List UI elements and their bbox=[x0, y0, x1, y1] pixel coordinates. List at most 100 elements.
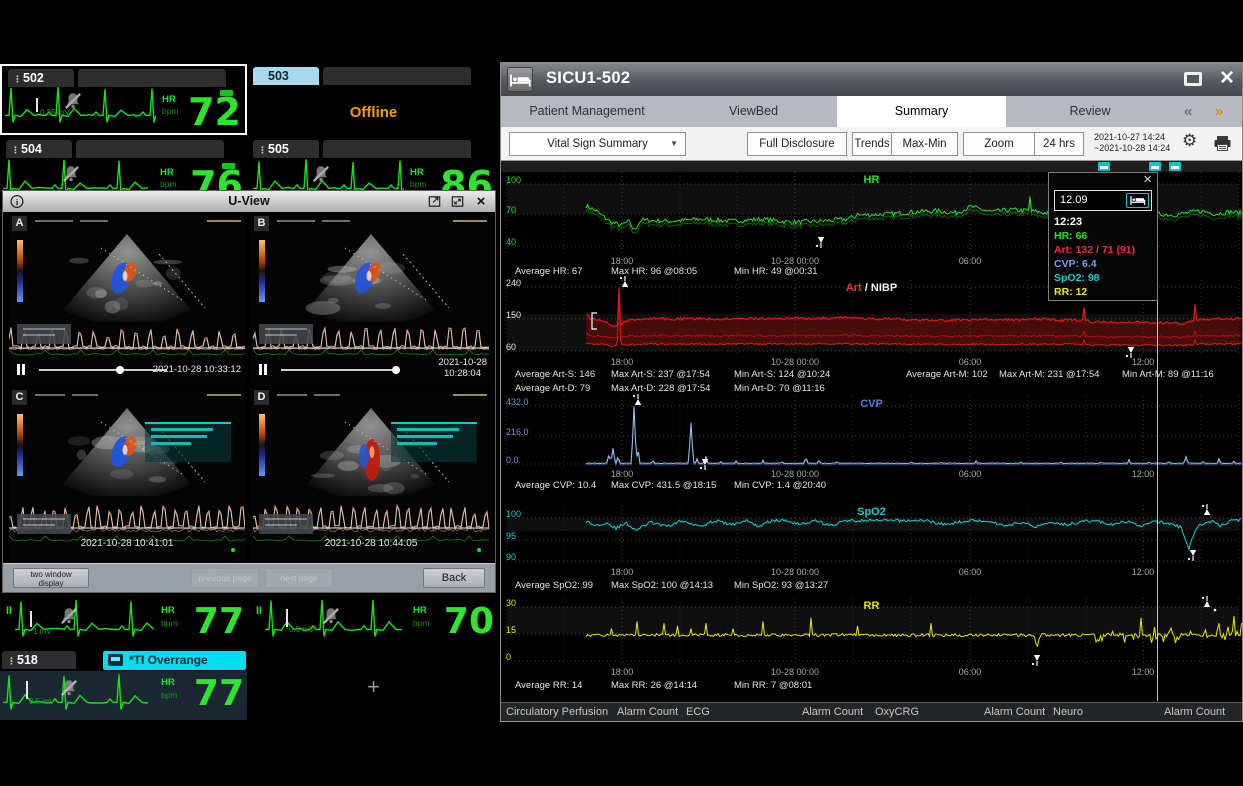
bed-tab-selected[interactable]: ⋮503 bbox=[253, 67, 319, 85]
previous-page-button[interactable]: previous page bbox=[191, 568, 259, 588]
panel-header-text bbox=[277, 394, 487, 397]
summary-type-dropdown[interactable]: Vital Sign Summary ▼ bbox=[509, 132, 686, 156]
trend-tooltip: × 12.09 12:23 HR: 66 Art: 132 / 71 (91) … bbox=[1048, 172, 1158, 301]
playback-slider[interactable] bbox=[39, 369, 167, 371]
bed-tab[interactable]: ⋮518 bbox=[2, 651, 76, 669]
ultrasound-panel-d[interactable]: D 2021-10-28 10:44:05 bbox=[251, 388, 491, 560]
chevron-down-icon: ▼ bbox=[670, 133, 678, 155]
playback-slider[interactable] bbox=[281, 369, 399, 371]
bed-label: 504 bbox=[21, 142, 42, 156]
bed-tab-secondary[interactable] bbox=[78, 69, 226, 87]
x-axis-label: 18:00 bbox=[611, 567, 634, 577]
back-button[interactable]: Back bbox=[423, 568, 485, 588]
uview-titlebar: i U-View × bbox=[3, 191, 495, 212]
image-info-tag bbox=[259, 514, 313, 534]
bed-tab[interactable]: ⋮502 bbox=[8, 69, 74, 87]
duration-button[interactable]: 24 hrs bbox=[1034, 132, 1084, 156]
bed-tab-secondary[interactable] bbox=[323, 140, 471, 158]
trends-button[interactable]: Trends bbox=[852, 132, 892, 156]
ecg-waveform bbox=[14, 600, 154, 646]
ultrasound-panel-b[interactable]: B 2021-10-28 10:28:04 bbox=[251, 214, 491, 386]
bed-view-button[interactable] bbox=[507, 67, 533, 92]
review-window: SICU1-502 × Patient Management ViewBed S… bbox=[500, 62, 1243, 722]
gear-icon[interactable]: ⚙ bbox=[1182, 131, 1197, 151]
goto-bed-button[interactable] bbox=[1126, 193, 1149, 208]
bed-tile-ecg-2[interactable]: II 0.5 mV HR bpm 70 bbox=[250, 597, 497, 648]
time-input[interactable]: 12.09 bbox=[1054, 190, 1152, 211]
tab-review[interactable]: Review bbox=[1006, 96, 1174, 127]
nibp-title: / NIBP bbox=[865, 282, 897, 294]
full-disclosure-button[interactable]: Full Disclosure bbox=[747, 132, 847, 156]
alarm-count-label: Alarm Count bbox=[984, 706, 1045, 718]
two-window-display-button[interactable]: two window display bbox=[13, 568, 89, 588]
calibration-label: 1 mV bbox=[33, 627, 52, 636]
pause-icon[interactable] bbox=[22, 364, 25, 375]
expand-icon[interactable] bbox=[450, 194, 466, 209]
alarm-banner-ti-overrange[interactable]: *TI Overrange bbox=[103, 651, 246, 670]
alarm-count-label: Alarm Count bbox=[1164, 706, 1225, 718]
y-axis-label: 150 bbox=[506, 310, 521, 320]
ultrasound-panel-a[interactable]: A 2021-10-28 10:33:12 bbox=[9, 214, 245, 386]
tooltip-cvp: CVP: 6.4 bbox=[1054, 258, 1097, 270]
restore-window-icon[interactable] bbox=[1184, 72, 1202, 86]
svg-text:i: i bbox=[16, 197, 19, 207]
stat-label: Max Art-S: 237 @17:54 bbox=[611, 369, 710, 380]
playback-controls: 2021-10-28 10:28:04 bbox=[251, 360, 491, 382]
tab-bar: Patient Management ViewBed Summary Revie… bbox=[501, 96, 1242, 127]
close-icon[interactable]: × bbox=[1143, 171, 1152, 188]
max-min-button[interactable]: Max-Min bbox=[891, 132, 958, 156]
bed-tile-ecg-1[interactable]: II 1 mV HR bpm 77 bbox=[0, 597, 247, 648]
tooltip-hr: HR: 66 bbox=[1054, 230, 1087, 242]
x-axis-label: 06:00 bbox=[959, 357, 982, 367]
hr-unit: bpm bbox=[161, 618, 178, 628]
x-axis-label: 06:00 bbox=[959, 469, 982, 479]
bed-tab[interactable]: ⋮505 bbox=[253, 140, 319, 158]
clip-timestamp: 2021-10-28 10:33:12 bbox=[153, 364, 241, 375]
bed-tab-secondary[interactable] bbox=[76, 140, 224, 158]
bed-menu-dots-icon: ⋮ bbox=[11, 145, 19, 155]
tooltip-art: Art: 132 / 71 (91) bbox=[1054, 244, 1135, 256]
stat-label: Average RR: 14 bbox=[515, 680, 582, 691]
bed-tile-502[interactable]: ⋮502 0.25 mV HR bpm 72 bbox=[0, 64, 247, 135]
tab-patient-management[interactable]: Patient Management bbox=[504, 96, 670, 127]
section-label: Circulatory Perfusion bbox=[506, 706, 608, 718]
bed-tile-518-wave[interactable]: 0.5 mV HR bpm 77 bbox=[0, 671, 247, 720]
section-label: Neuro bbox=[1053, 706, 1083, 718]
pause-icon[interactable] bbox=[264, 364, 267, 375]
alarm-muted-icon bbox=[62, 90, 84, 117]
pause-icon[interactable] bbox=[17, 364, 20, 375]
info-icon[interactable]: i bbox=[9, 194, 25, 209]
print-icon[interactable] bbox=[1213, 135, 1232, 152]
tabs-scroll-left-icon[interactable]: « bbox=[1184, 96, 1192, 127]
window-titlebar: SICU1-502 × bbox=[501, 63, 1242, 96]
date-range: 2021-10-27 14:24 ~2021-10-28 14:24 bbox=[1094, 132, 1170, 154]
pause-icon[interactable] bbox=[259, 364, 262, 375]
close-icon[interactable]: × bbox=[1220, 64, 1234, 92]
art-title: Art bbox=[846, 282, 862, 294]
tab-summary[interactable]: Summary bbox=[837, 96, 1006, 127]
bed-label: 502 bbox=[23, 71, 44, 85]
bed-tile-518-header[interactable]: ⋮518 *TI Overrange bbox=[0, 650, 247, 671]
tooltip-time: 12:23 bbox=[1054, 216, 1082, 228]
popout-icon[interactable] bbox=[427, 194, 443, 209]
close-icon[interactable]: × bbox=[473, 194, 489, 209]
bed-tab-secondary[interactable] bbox=[323, 67, 471, 85]
alarm-muted-icon bbox=[58, 677, 80, 704]
bed-menu-dots-icon: ⋮ bbox=[258, 72, 266, 82]
bed-tile-503[interactable]: ⋮503 Offline bbox=[250, 64, 497, 135]
tab-viewbed[interactable]: ViewBed bbox=[670, 96, 837, 127]
bed-tab[interactable]: ⋮504 bbox=[6, 140, 72, 158]
bed-label: 505 bbox=[268, 142, 289, 156]
zoom-button[interactable]: Zoom bbox=[963, 132, 1035, 156]
calibration-bar bbox=[36, 98, 38, 112]
time-input-value: 12.09 bbox=[1060, 194, 1088, 206]
next-page-button[interactable]: next page bbox=[265, 568, 333, 588]
x-axis-label: 12:00 bbox=[1132, 667, 1155, 677]
empty-bed-slot[interactable]: + bbox=[250, 650, 497, 720]
tabs-scroll-right-icon[interactable]: » bbox=[1215, 96, 1223, 127]
y-axis-label: 95 bbox=[506, 531, 516, 541]
alarm-source-icon bbox=[108, 654, 123, 666]
ultrasound-panel-c[interactable]: C 2021-10-28 10:41:01 bbox=[9, 388, 245, 560]
alarm-count-label: Alarm Count bbox=[617, 706, 678, 718]
alarm-muted-icon bbox=[60, 163, 82, 190]
